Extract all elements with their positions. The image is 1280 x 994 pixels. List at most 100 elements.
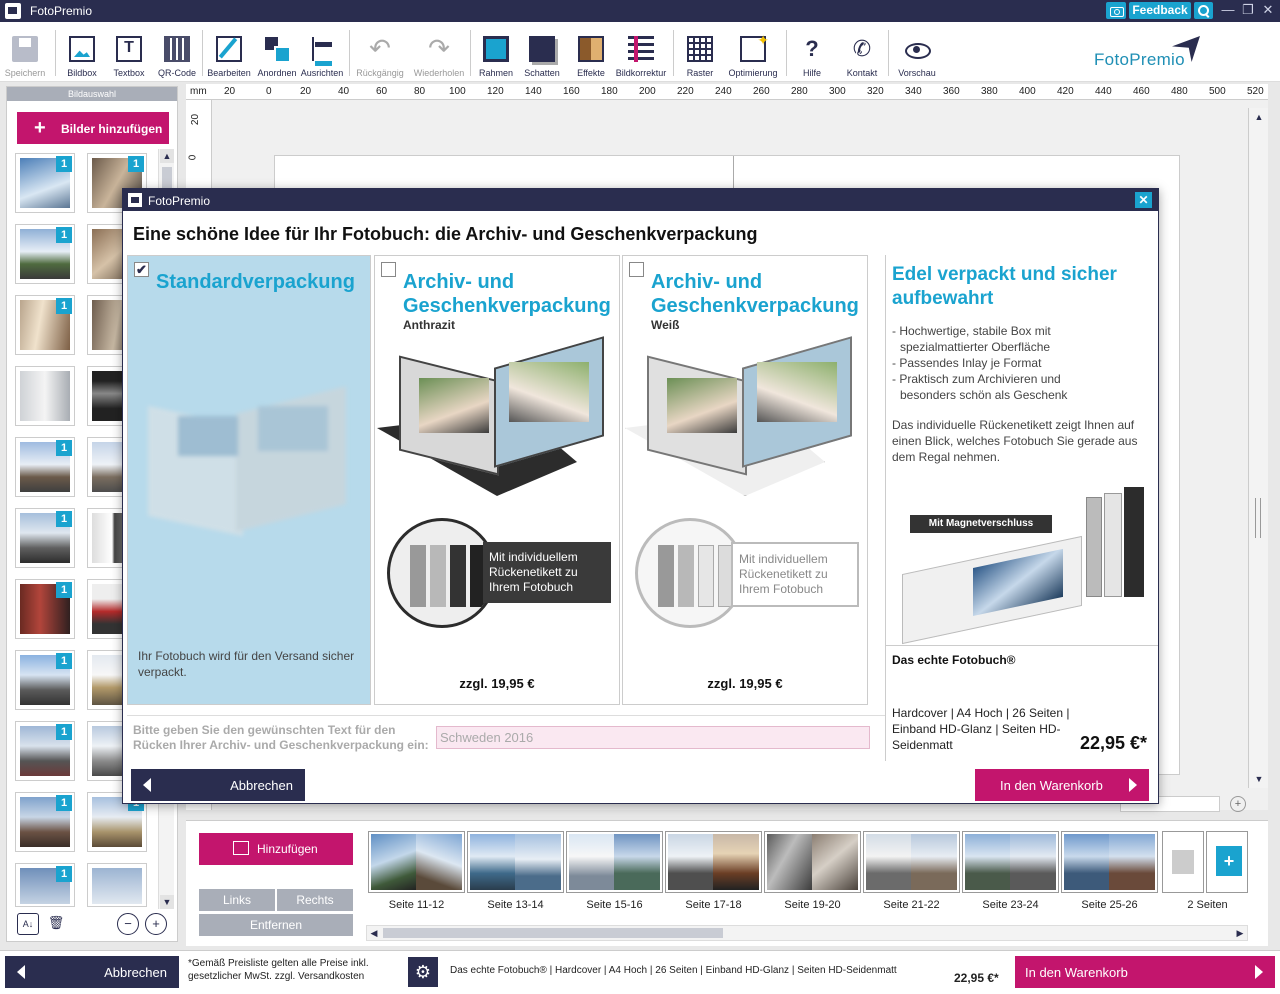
add-page-button[interactable]: Hinzufügen: [199, 833, 353, 865]
option-standard-packaging[interactable]: ✔ Standardverpackung Ihr Fotobuch wird f…: [127, 255, 371, 705]
scroll-up-icon[interactable]: ▲: [160, 149, 174, 163]
anthracite-checkbox[interactable]: [381, 262, 396, 277]
phone-icon: ✆: [852, 36, 872, 61]
save-button[interactable]: Speichern: [2, 26, 48, 78]
zoom-out-icon[interactable]: −: [117, 913, 139, 935]
screenshot-camera-icon[interactable]: [1106, 2, 1126, 19]
effects-label: Effekte: [577, 68, 605, 78]
cancel-button[interactable]: Abbrechen: [5, 956, 179, 988]
spread-thumbnail[interactable]: [665, 831, 762, 893]
ruler-tick: 400: [1019, 86, 1036, 97]
zoom-in-icon[interactable]: +: [145, 913, 167, 935]
spread-thumbnail[interactable]: [764, 831, 861, 893]
scroll-left-icon[interactable]: ◀: [367, 926, 381, 940]
spread-thumbnail[interactable]: [962, 831, 1059, 893]
undo-button[interactable]: ↶ Rückgängig: [354, 26, 406, 78]
effects-button[interactable]: Effekte: [570, 26, 612, 78]
shadow-button[interactable]: Schatten: [520, 26, 564, 78]
textbox-label: Textbox: [113, 68, 145, 78]
image-thumbnail[interactable]: 1: [15, 792, 75, 852]
spread-thumbnail[interactable]: [1061, 831, 1158, 893]
feedback-button[interactable]: Feedback: [1129, 2, 1191, 19]
image-correction-label: Bildkorrektur: [615, 68, 667, 78]
arrange-button[interactable]: Anordnen: [255, 26, 299, 78]
image-thumbnail[interactable]: 1: [15, 437, 75, 497]
scrollbar-thumb[interactable]: [383, 928, 723, 938]
image-thumbnail[interactable]: 1: [15, 650, 75, 710]
blank-page-left[interactable]: [1162, 831, 1204, 893]
image-thumbnail[interactable]: 1: [15, 508, 75, 568]
restore-icon[interactable]: ❐: [1240, 3, 1256, 18]
option-description: Ihr Fotobuch wird für den Versand sicher…: [138, 649, 355, 679]
spread-thumbnail[interactable]: [566, 831, 663, 893]
qr-code-button[interactable]: QR-Code: [154, 26, 200, 78]
image-thumbnail[interactable]: 1: [15, 863, 75, 907]
close-icon[interactable]: ✕: [1135, 192, 1152, 208]
frame-button[interactable]: Rahmen: [474, 26, 518, 78]
blank-page-right[interactable]: +: [1206, 831, 1248, 893]
search-icon[interactable]: [1194, 2, 1213, 19]
align-label: Ausrichten: [300, 68, 344, 78]
image-thumbnail[interactable]: 1: [15, 153, 75, 213]
page-strip-scrollbar[interactable]: ◀ ▶: [366, 925, 1248, 941]
optimize-button[interactable]: Optimierung: [726, 26, 780, 78]
image-thumbnail[interactable]: [15, 366, 75, 426]
align-button[interactable]: Ausrichten: [299, 26, 345, 78]
remove-page-button[interactable]: Entfernen: [199, 914, 353, 936]
text-box-icon: T: [116, 36, 142, 62]
product-summary: Das echte Fotobuch® | Hardcover | A4 Hoc…: [450, 965, 897, 976]
close-icon[interactable]: ✕: [1260, 3, 1276, 18]
usage-count-badge: 1: [56, 795, 72, 811]
archive-circle-image: [635, 518, 745, 628]
scroll-down-icon[interactable]: ▼: [160, 895, 174, 909]
option-archive-anthracite[interactable]: Archiv- und Geschenkverpackung Anthrazit…: [374, 255, 620, 705]
white-checkbox[interactable]: [629, 262, 644, 277]
bildbox-button[interactable]: Bildbox: [60, 26, 104, 78]
save-label: Speichern: [4, 68, 46, 78]
standard-checkbox[interactable]: ✔: [134, 262, 149, 277]
redo-button[interactable]: ↷ Wiederholen: [411, 26, 467, 78]
image-thumbnail[interactable]: 1: [15, 721, 75, 781]
ruler-tick: 460: [1133, 86, 1150, 97]
scrollbar-grip[interactable]: [1255, 498, 1261, 538]
usage-count-badge: 1: [56, 227, 72, 243]
spread-thumbnail[interactable]: [467, 831, 564, 893]
scroll-down-icon[interactable]: ▼: [1251, 772, 1267, 786]
grid-button[interactable]: Raster: [678, 26, 722, 78]
image-correction-button[interactable]: Bildkorrektur: [613, 26, 669, 78]
edit-button[interactable]: Bearbeiten: [205, 26, 253, 78]
canvas-scrollbar[interactable]: ▲ ▼: [1248, 108, 1268, 788]
scroll-right-icon[interactable]: ▶: [1233, 926, 1247, 940]
image-thumbnail[interactable]: [87, 863, 147, 907]
ruler-tick: 240: [715, 86, 732, 97]
image-thumbnail[interactable]: 1: [15, 224, 75, 284]
image-thumbnail[interactable]: 1: [15, 579, 75, 639]
spread-thumbnail[interactable]: [368, 831, 465, 893]
add-images-button[interactable]: + Bilder hinzufügen: [17, 112, 169, 144]
move-right-button[interactable]: Rechts: [277, 889, 353, 911]
help-button[interactable]: ? Hilfe: [792, 26, 832, 78]
ruler-tick: 260: [753, 86, 770, 97]
textbox-button[interactable]: T Textbox: [107, 26, 151, 78]
add-page-label: Hinzufügen: [257, 842, 318, 856]
spine-text-input[interactable]: [436, 726, 870, 749]
move-left-button[interactable]: Links: [199, 889, 275, 911]
ruler-tick: 140: [525, 86, 542, 97]
add-to-cart-button[interactable]: In den Warenkorb: [1015, 956, 1275, 988]
gear-icon[interactable]: ⚙: [408, 957, 438, 987]
dialog-add-to-cart-button[interactable]: In den Warenkorb: [975, 769, 1149, 801]
option-title: Standardverpackung: [156, 271, 355, 293]
scroll-up-icon[interactable]: ▲: [1251, 110, 1267, 124]
dialog-cancel-button[interactable]: Abbrechen: [131, 769, 305, 801]
contact-button[interactable]: ✆ Kontakt: [840, 26, 884, 78]
trash-icon[interactable]: 🗑: [45, 913, 67, 935]
sort-icon[interactable]: A↓: [17, 913, 39, 935]
align-icon: [309, 36, 335, 66]
minimize-icon[interactable]: —: [1220, 3, 1236, 18]
spread-thumbnail[interactable]: [863, 831, 960, 893]
preview-button[interactable]: Vorschau: [894, 26, 940, 78]
image-thumbnail[interactable]: 1: [15, 295, 75, 355]
zoom-in-icon[interactable]: +: [1230, 796, 1246, 812]
option-archive-white[interactable]: Archiv- und Geschenkverpackung Weiß Mit …: [622, 255, 868, 705]
app-icon: [128, 193, 142, 207]
